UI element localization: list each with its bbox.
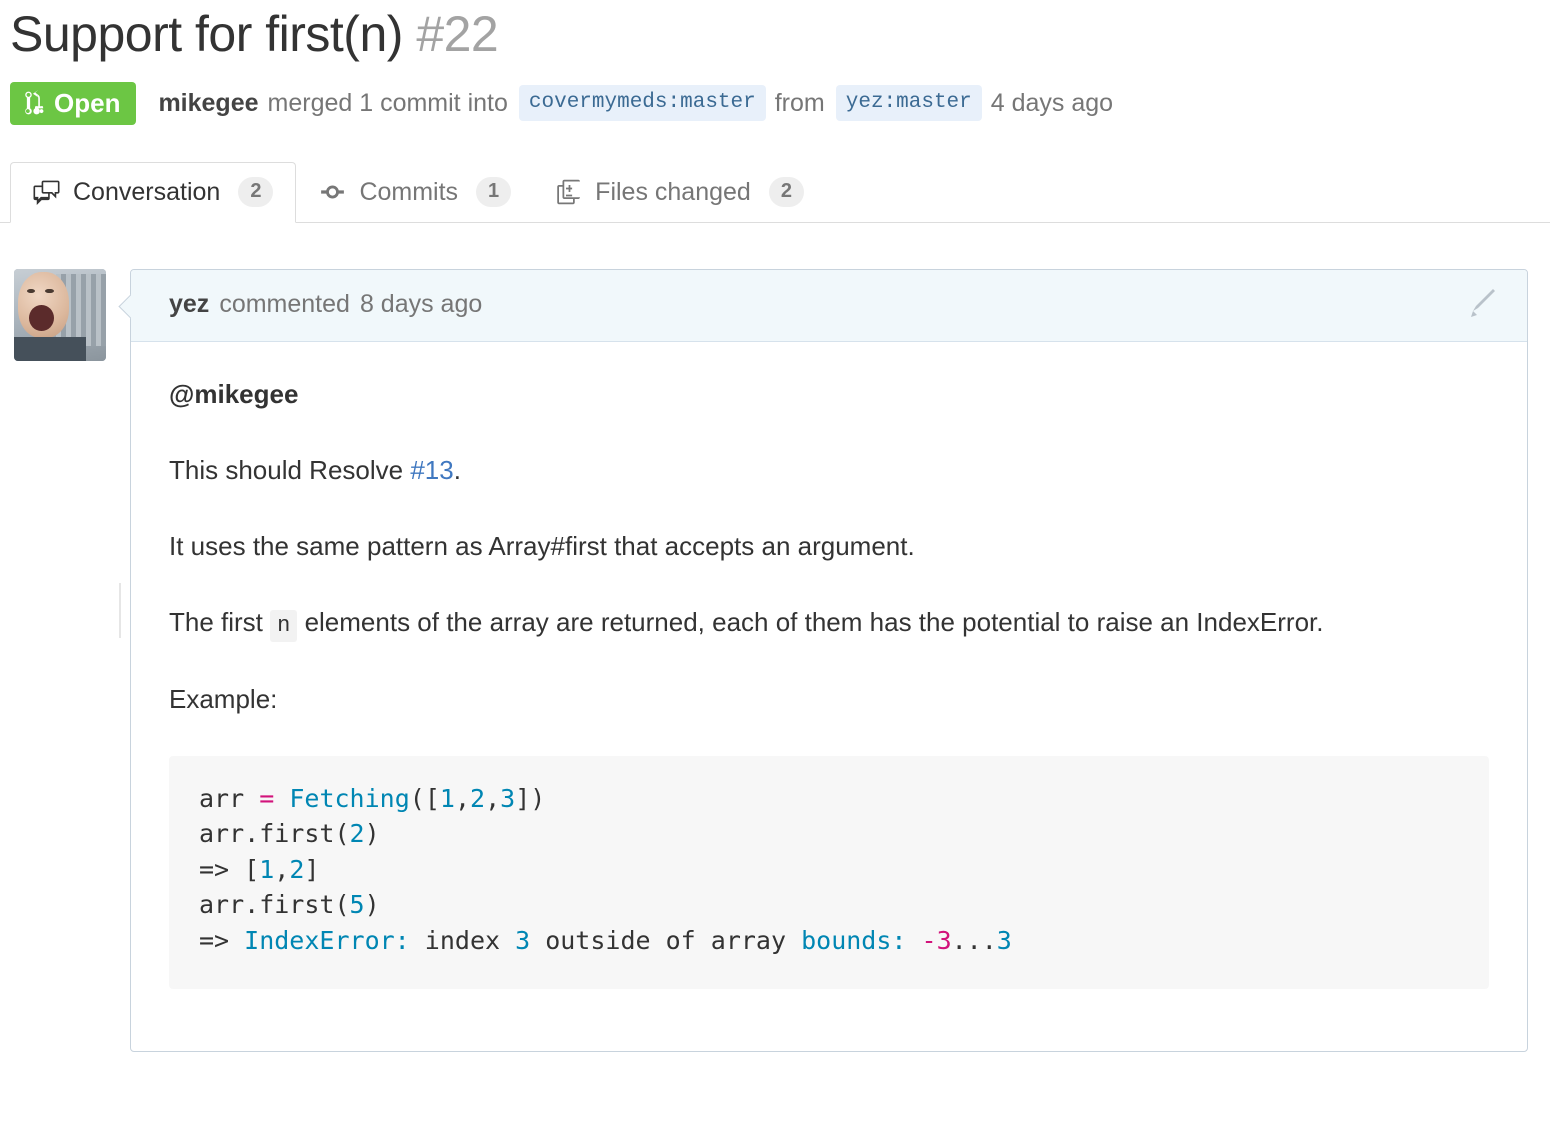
- pr-number: #22: [416, 6, 499, 62]
- tab-files-changed[interactable]: Files changed 2: [534, 162, 827, 223]
- code-token: 2: [289, 854, 305, 884]
- resolve-text-post: .: [453, 454, 461, 485]
- code-token: 1: [259, 854, 275, 884]
- code-token: =: [259, 783, 275, 813]
- comment-body: @mikegee This should Resolve #13. It use…: [131, 342, 1527, 1052]
- pencil-icon[interactable]: [1467, 289, 1499, 321]
- head-branch-chip[interactable]: yez:master: [835, 84, 982, 122]
- code-token: -3: [921, 925, 952, 955]
- tab-commits[interactable]: Commits 1: [296, 162, 534, 223]
- code-token: IndexError:: [244, 925, 410, 955]
- body-bottom-spacer: [169, 989, 1489, 1007]
- code-token: arr.first(: [199, 819, 350, 849]
- code-token: outside of array: [530, 925, 802, 955]
- code-token: 3: [500, 783, 516, 813]
- timeline: yez commented 8 days ago @mikegee This s…: [0, 223, 1550, 1053]
- code-token: ,: [485, 783, 501, 813]
- code-token: ]): [515, 783, 546, 813]
- status-badge-label: Open: [54, 87, 121, 118]
- code-block: arr = Fetching([1,2,3]) arr.first(2) => …: [169, 755, 1489, 990]
- code-token: arr: [199, 783, 260, 813]
- code-block-content: arr = Fetching([1,2,3]) arr.first(2) => …: [199, 784, 1012, 955]
- paragraph-example-label: Example:: [169, 684, 278, 715]
- status-badge: Open: [10, 81, 137, 125]
- code-token: 1: [439, 783, 455, 813]
- page-title: Support for first(n) #22: [0, 0, 1550, 64]
- paragraph-resolve: This should Resolve #13.: [169, 450, 1489, 490]
- pr-author[interactable]: mikegee: [158, 89, 258, 118]
- tab-commits-counter: 1: [476, 177, 512, 207]
- code-token: arr.first(: [199, 890, 350, 920]
- code-token: ,: [454, 783, 470, 813]
- comment-author[interactable]: yez: [169, 290, 209, 319]
- tab-commits-label: Commits: [359, 177, 459, 206]
- git-commit-icon: [319, 179, 346, 205]
- comment-action: commented: [219, 290, 350, 318]
- pr-timestamp: 4 days ago: [990, 88, 1114, 117]
- pr-action-text: merged 1 commit into: [267, 88, 508, 117]
- timeline-rail: [119, 582, 121, 638]
- git-pull-request-icon: [24, 89, 46, 116]
- paragraph-mention: @mikegee: [169, 374, 1489, 414]
- paragraph-first-n: The first n elements of the array are re…: [169, 602, 1489, 643]
- avatar[interactable]: [14, 268, 106, 361]
- code-token: ([: [409, 783, 440, 813]
- tab-conversation[interactable]: Conversation 2: [10, 161, 297, 223]
- base-branch-chip[interactable]: covermymeds:master: [518, 84, 766, 122]
- code-token: ]: [304, 854, 320, 884]
- first-n-text-post: elements of the array are returned, each…: [297, 607, 1324, 638]
- code-token: ): [364, 819, 380, 849]
- first-n-text-pre: The first: [169, 607, 271, 638]
- tab-files-changed-label: Files changed: [595, 177, 751, 206]
- file-diff-icon: [557, 178, 582, 206]
- tab-conversation-counter: 2: [238, 177, 274, 207]
- code-token: 2: [470, 783, 486, 813]
- paragraph-pattern: It uses the same pattern as Array#first …: [169, 531, 915, 562]
- pull-request-page: { "header": { "title": "Support for firs…: [0, 0, 1550, 1130]
- pr-title-text: Support for first(n): [10, 6, 403, 62]
- from-text: from: [774, 88, 825, 117]
- pr-meta-line: Open mikegee merged 1 commit into coverm…: [0, 64, 1550, 125]
- code-token: ...: [951, 925, 997, 955]
- comment-discussion-icon: [33, 179, 60, 205]
- issue-link-13[interactable]: #13: [410, 455, 453, 485]
- code-token: 2: [349, 819, 365, 849]
- comment-timestamp: 8 days ago: [359, 290, 483, 318]
- code-token: bounds:: [801, 925, 907, 955]
- code-token: ): [364, 890, 380, 920]
- tab-files-changed-counter: 2: [768, 177, 804, 207]
- tab-conversation-label: Conversation: [73, 177, 221, 206]
- comment-box: yez commented 8 days ago @mikegee This s…: [130, 268, 1528, 1053]
- timeline-comment-item: yez commented 8 days ago @mikegee This s…: [0, 268, 1550, 1053]
- code-token: ,: [274, 854, 290, 884]
- tab-navigation: Conversation 2 Commits 1 Files changed 2: [0, 161, 1550, 223]
- code-token: index: [409, 925, 516, 955]
- comment-header: yez commented 8 days ago: [131, 269, 1527, 342]
- code-token: => [: [199, 854, 260, 884]
- code-token: 5: [349, 890, 365, 920]
- code-token: 3: [515, 925, 531, 955]
- code-token: =>: [199, 925, 245, 955]
- user-mention[interactable]: @mikegee: [169, 379, 298, 409]
- resolve-text-pre: This should Resolve: [169, 454, 411, 485]
- code-token: 3: [996, 925, 1012, 955]
- code-token: Fetching: [289, 783, 410, 813]
- inline-code-n: n: [270, 610, 298, 643]
